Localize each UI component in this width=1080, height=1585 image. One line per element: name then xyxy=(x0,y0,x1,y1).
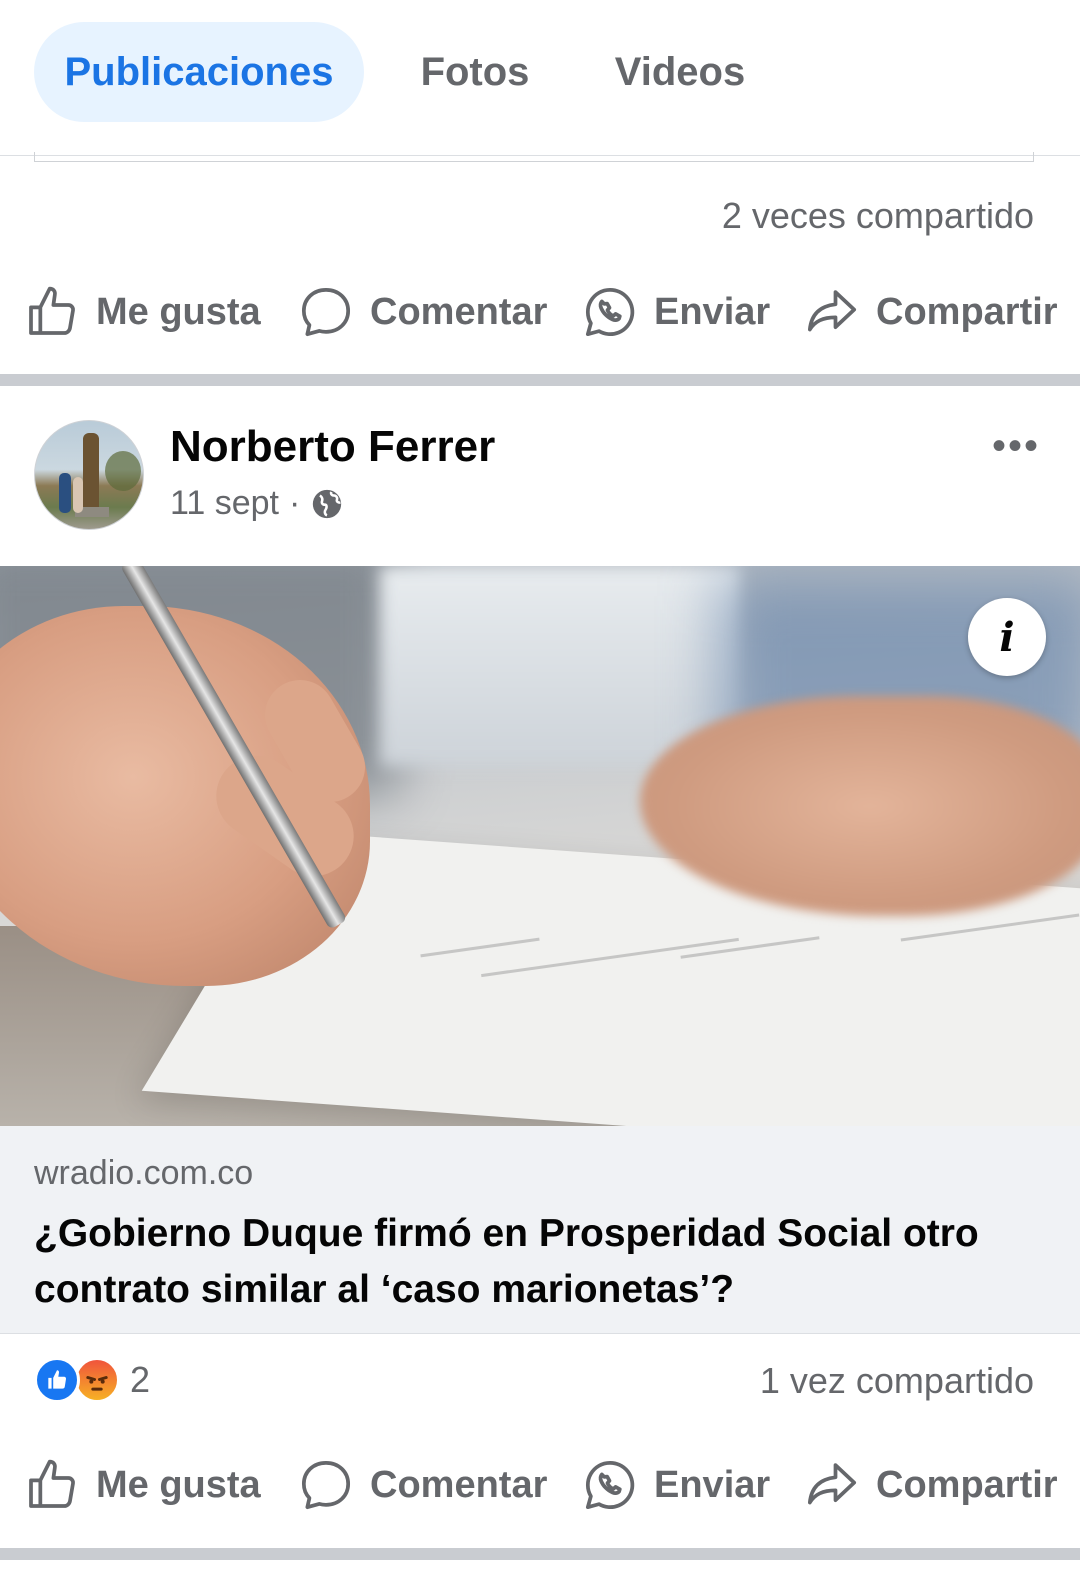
post-actions-bar: Me gusta Comentar Enviar Compartir xyxy=(0,1445,1080,1525)
send-label: Enviar xyxy=(654,290,771,333)
post-divider xyxy=(0,1548,1080,1560)
share-count[interactable]: 1 vez compartido xyxy=(760,1360,1034,1402)
tab-videos[interactable]: Videos xyxy=(590,22,770,122)
link-preview[interactable]: wradio.com.co ¿Gobierno Duque firmó en P… xyxy=(0,1126,1080,1334)
globe-icon xyxy=(313,489,342,518)
share-button[interactable]: Compartir xyxy=(804,1445,1058,1525)
comment-button[interactable]: Comentar xyxy=(298,272,547,352)
like-reaction-icon xyxy=(34,1357,80,1403)
info-icon: i xyxy=(999,613,1015,661)
avatar-person xyxy=(73,477,83,513)
avatar-statue xyxy=(83,433,99,511)
thumbs-up-icon xyxy=(29,1459,75,1508)
comment-button[interactable]: Comentar xyxy=(298,1445,547,1525)
send-button[interactable]: Enviar xyxy=(582,1445,770,1525)
share-arrow-icon xyxy=(807,1463,857,1505)
link-domain: wradio.com.co xyxy=(34,1154,254,1192)
send-button[interactable]: Enviar xyxy=(582,272,770,352)
tab-fotos[interactable]: Fotos xyxy=(395,22,555,122)
avatar-person xyxy=(59,473,71,513)
more-options-icon[interactable]: ••• xyxy=(992,424,1040,469)
author-name[interactable]: Norberto Ferrer xyxy=(170,422,495,472)
meta-separator: · xyxy=(289,484,301,522)
post-date[interactable]: 11 sept xyxy=(170,484,279,523)
reaction-summary[interactable]: 2 xyxy=(34,1355,150,1405)
profile-tabs: Publicaciones Fotos Videos xyxy=(0,0,1080,156)
avatar[interactable] xyxy=(34,420,144,530)
like-label: Me gusta xyxy=(96,290,261,333)
thumbs-up-icon xyxy=(29,286,75,335)
post-actions-bar: Me gusta Comentar Enviar Compartir xyxy=(0,272,1080,352)
avatar-tree xyxy=(105,451,141,491)
like-label: Me gusta xyxy=(96,1463,261,1506)
angry-reaction-icon xyxy=(74,1357,120,1403)
share-arrow-icon xyxy=(807,290,857,332)
whatsapp-icon xyxy=(585,287,635,337)
comment-label: Comentar xyxy=(370,1463,548,1506)
post-divider xyxy=(0,374,1080,386)
share-button[interactable]: Compartir xyxy=(804,272,1058,352)
like-button[interactable]: Me gusta xyxy=(24,272,261,352)
send-label: Enviar xyxy=(654,1463,771,1506)
reaction-count: 2 xyxy=(130,1359,151,1400)
share-label: Compartir xyxy=(876,1463,1058,1506)
tab-publicaciones[interactable]: Publicaciones xyxy=(34,22,364,122)
share-count[interactable]: 2 veces compartido xyxy=(722,195,1034,237)
link-preview-image[interactable] xyxy=(0,566,1080,1126)
post-meta: 11 sept · xyxy=(170,484,344,523)
comment-label: Comentar xyxy=(370,290,548,333)
comment-bubble-icon xyxy=(301,1460,351,1510)
share-label: Compartir xyxy=(876,290,1058,333)
info-button[interactable]: i xyxy=(968,598,1046,676)
link-title: ¿Gobierno Duque firmó en Prosperidad Soc… xyxy=(34,1212,979,1311)
previous-post-card-edge xyxy=(34,152,1034,162)
whatsapp-icon xyxy=(585,1460,635,1510)
like-button[interactable]: Me gusta xyxy=(24,1445,261,1525)
comment-bubble-icon xyxy=(301,287,351,337)
